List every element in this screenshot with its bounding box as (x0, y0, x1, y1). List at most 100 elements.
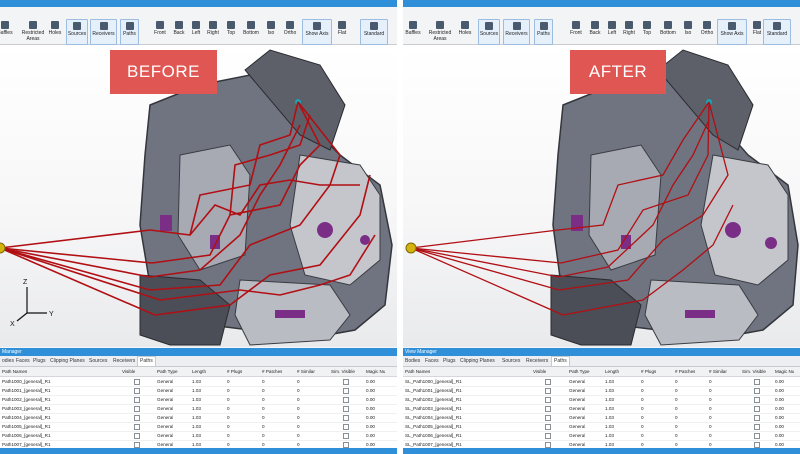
holes-button[interactable]: Holes (456, 19, 474, 45)
ortho-button[interactable]: Ortho (698, 19, 716, 45)
view-iso-button[interactable]: Iso (681, 19, 695, 45)
visible-checkbox[interactable] (545, 415, 551, 421)
view-top-button[interactable]: Top (224, 19, 238, 45)
sim-visible-checkbox[interactable] (754, 379, 760, 385)
tab-paths[interactable]: Paths (551, 356, 570, 366)
col-plugs[interactable]: # Plugs (641, 367, 656, 376)
view-front-button[interactable]: Front (151, 19, 169, 45)
baffles-button[interactable]: Baffles (403, 19, 424, 45)
col-visible[interactable]: Visible (122, 367, 135, 376)
restricted-areas-button[interactable]: Restricted Areas (20, 19, 46, 45)
sim-visible-checkbox[interactable] (754, 397, 760, 403)
sim-visible-checkbox[interactable] (754, 406, 760, 412)
visible-checkbox[interactable] (545, 424, 551, 430)
standard-view-button[interactable]: Standard (763, 19, 791, 45)
receivers-button[interactable]: Receivers (503, 19, 530, 45)
damping-patch (360, 235, 370, 245)
col-magic-number[interactable]: Magic Nu (775, 367, 794, 376)
col-sim-visible[interactable]: Sim. Visible (742, 367, 766, 376)
restricted-areas-button[interactable]: Restricted Areas (427, 19, 453, 45)
sim-visible-checkbox[interactable] (343, 379, 349, 385)
status-bar (0, 448, 397, 454)
tab-plugs[interactable]: Plugs (441, 357, 458, 366)
view-iso-button[interactable]: Iso (264, 19, 278, 45)
paths-icon (125, 22, 134, 30)
col-path-names[interactable]: Path Names (405, 367, 430, 376)
standard-view-button[interactable]: Standard (360, 19, 388, 45)
tab-sources[interactable]: Sources (500, 357, 522, 366)
tab-clipping-planes[interactable]: Clipping Planes (458, 357, 497, 366)
col-patches[interactable]: # Patches (675, 367, 695, 376)
sim-visible-checkbox[interactable] (343, 397, 349, 403)
col-length[interactable]: Length (605, 367, 619, 376)
sim-visible-checkbox[interactable] (754, 415, 760, 421)
tab-receivers[interactable]: Receivers (111, 357, 137, 366)
view-right-button[interactable]: Right (205, 19, 221, 45)
sim-visible-checkbox[interactable] (343, 424, 349, 430)
flat-shading-button[interactable]: Flat (334, 19, 350, 45)
visible-checkbox[interactable] (545, 379, 551, 385)
tab-receivers[interactable]: Receivers (524, 357, 550, 366)
visible-checkbox[interactable] (134, 424, 140, 430)
view-bottom-button[interactable]: Bottom (240, 19, 262, 45)
col-path-type[interactable]: Path Type (569, 367, 590, 376)
sim-visible-checkbox[interactable] (343, 433, 349, 439)
col-similar[interactable]: # Similar (709, 367, 727, 376)
col-sim-visible[interactable]: Sim. Visible (331, 367, 355, 376)
ortho-icon (703, 21, 711, 29)
view-top-button[interactable]: Top (640, 19, 654, 45)
receivers-button[interactable]: Receivers (90, 19, 117, 45)
view-bottom-button[interactable]: Bottom (657, 19, 679, 45)
path-type-cell: General (569, 379, 586, 384)
view-back-button[interactable]: Back (587, 19, 603, 45)
paths-button[interactable]: Paths (534, 19, 553, 45)
sources-button[interactable]: Sources (66, 19, 88, 45)
cube-back-icon (591, 21, 599, 29)
path-type-cell: General (157, 379, 174, 384)
holes-button[interactable]: Holes (46, 19, 64, 45)
col-plugs[interactable]: # Plugs (227, 367, 242, 376)
tab-faces[interactable]: Faces (14, 357, 32, 366)
ortho-button[interactable]: Ortho (281, 19, 299, 45)
visible-checkbox[interactable] (134, 397, 140, 403)
show-axis-button[interactable]: Show Axis (717, 19, 747, 45)
col-path-names[interactable]: Path Names (2, 367, 27, 376)
sources-button[interactable]: Sources (478, 19, 500, 45)
visible-checkbox[interactable] (134, 415, 140, 421)
sim-visible-checkbox[interactable] (754, 433, 760, 439)
visible-checkbox[interactable] (134, 388, 140, 394)
sim-visible-checkbox[interactable] (343, 406, 349, 412)
view-back-button[interactable]: Back (171, 19, 187, 45)
tab-plugs[interactable]: Plugs (31, 357, 48, 366)
paths-button[interactable]: Paths (120, 19, 139, 45)
visible-checkbox[interactable] (545, 406, 551, 412)
tab-clipping-planes[interactable]: Clipping Planes (48, 357, 87, 366)
col-visible[interactable]: Visible (533, 367, 546, 376)
view-left-button[interactable]: Left (189, 19, 203, 45)
col-similar[interactable]: # Similar (297, 367, 315, 376)
tab-faces[interactable]: Faces (423, 357, 441, 366)
baffles-button[interactable]: Baffles (0, 19, 16, 45)
table-header: Path Names Visible Path Type Length # Pl… (0, 367, 397, 377)
tab-sources[interactable]: Sources (87, 357, 109, 366)
col-patches[interactable]: # Patches (262, 367, 282, 376)
view-front-button[interactable]: Front (567, 19, 585, 45)
sim-visible-checkbox[interactable] (754, 388, 760, 394)
visible-checkbox[interactable] (545, 433, 551, 439)
tab-paths[interactable]: Paths (137, 356, 156, 366)
visible-checkbox[interactable] (134, 433, 140, 439)
sim-visible-checkbox[interactable] (754, 424, 760, 430)
sim-visible-checkbox[interactable] (343, 388, 349, 394)
col-length[interactable]: Length (192, 367, 206, 376)
visible-checkbox[interactable] (134, 379, 140, 385)
show-axis-button[interactable]: Show Axis (302, 19, 332, 45)
visible-checkbox[interactable] (545, 388, 551, 394)
view-left-button[interactable]: Left (605, 19, 619, 45)
col-path-type[interactable]: Path Type (157, 367, 178, 376)
visible-checkbox[interactable] (134, 406, 140, 412)
sim-visible-checkbox[interactable] (343, 415, 349, 421)
view-right-button[interactable]: Right (621, 19, 637, 45)
visible-checkbox[interactable] (545, 397, 551, 403)
col-magic-number[interactable]: Magic Nu (366, 367, 385, 376)
tab-bodies[interactable]: Bodies (403, 357, 422, 366)
